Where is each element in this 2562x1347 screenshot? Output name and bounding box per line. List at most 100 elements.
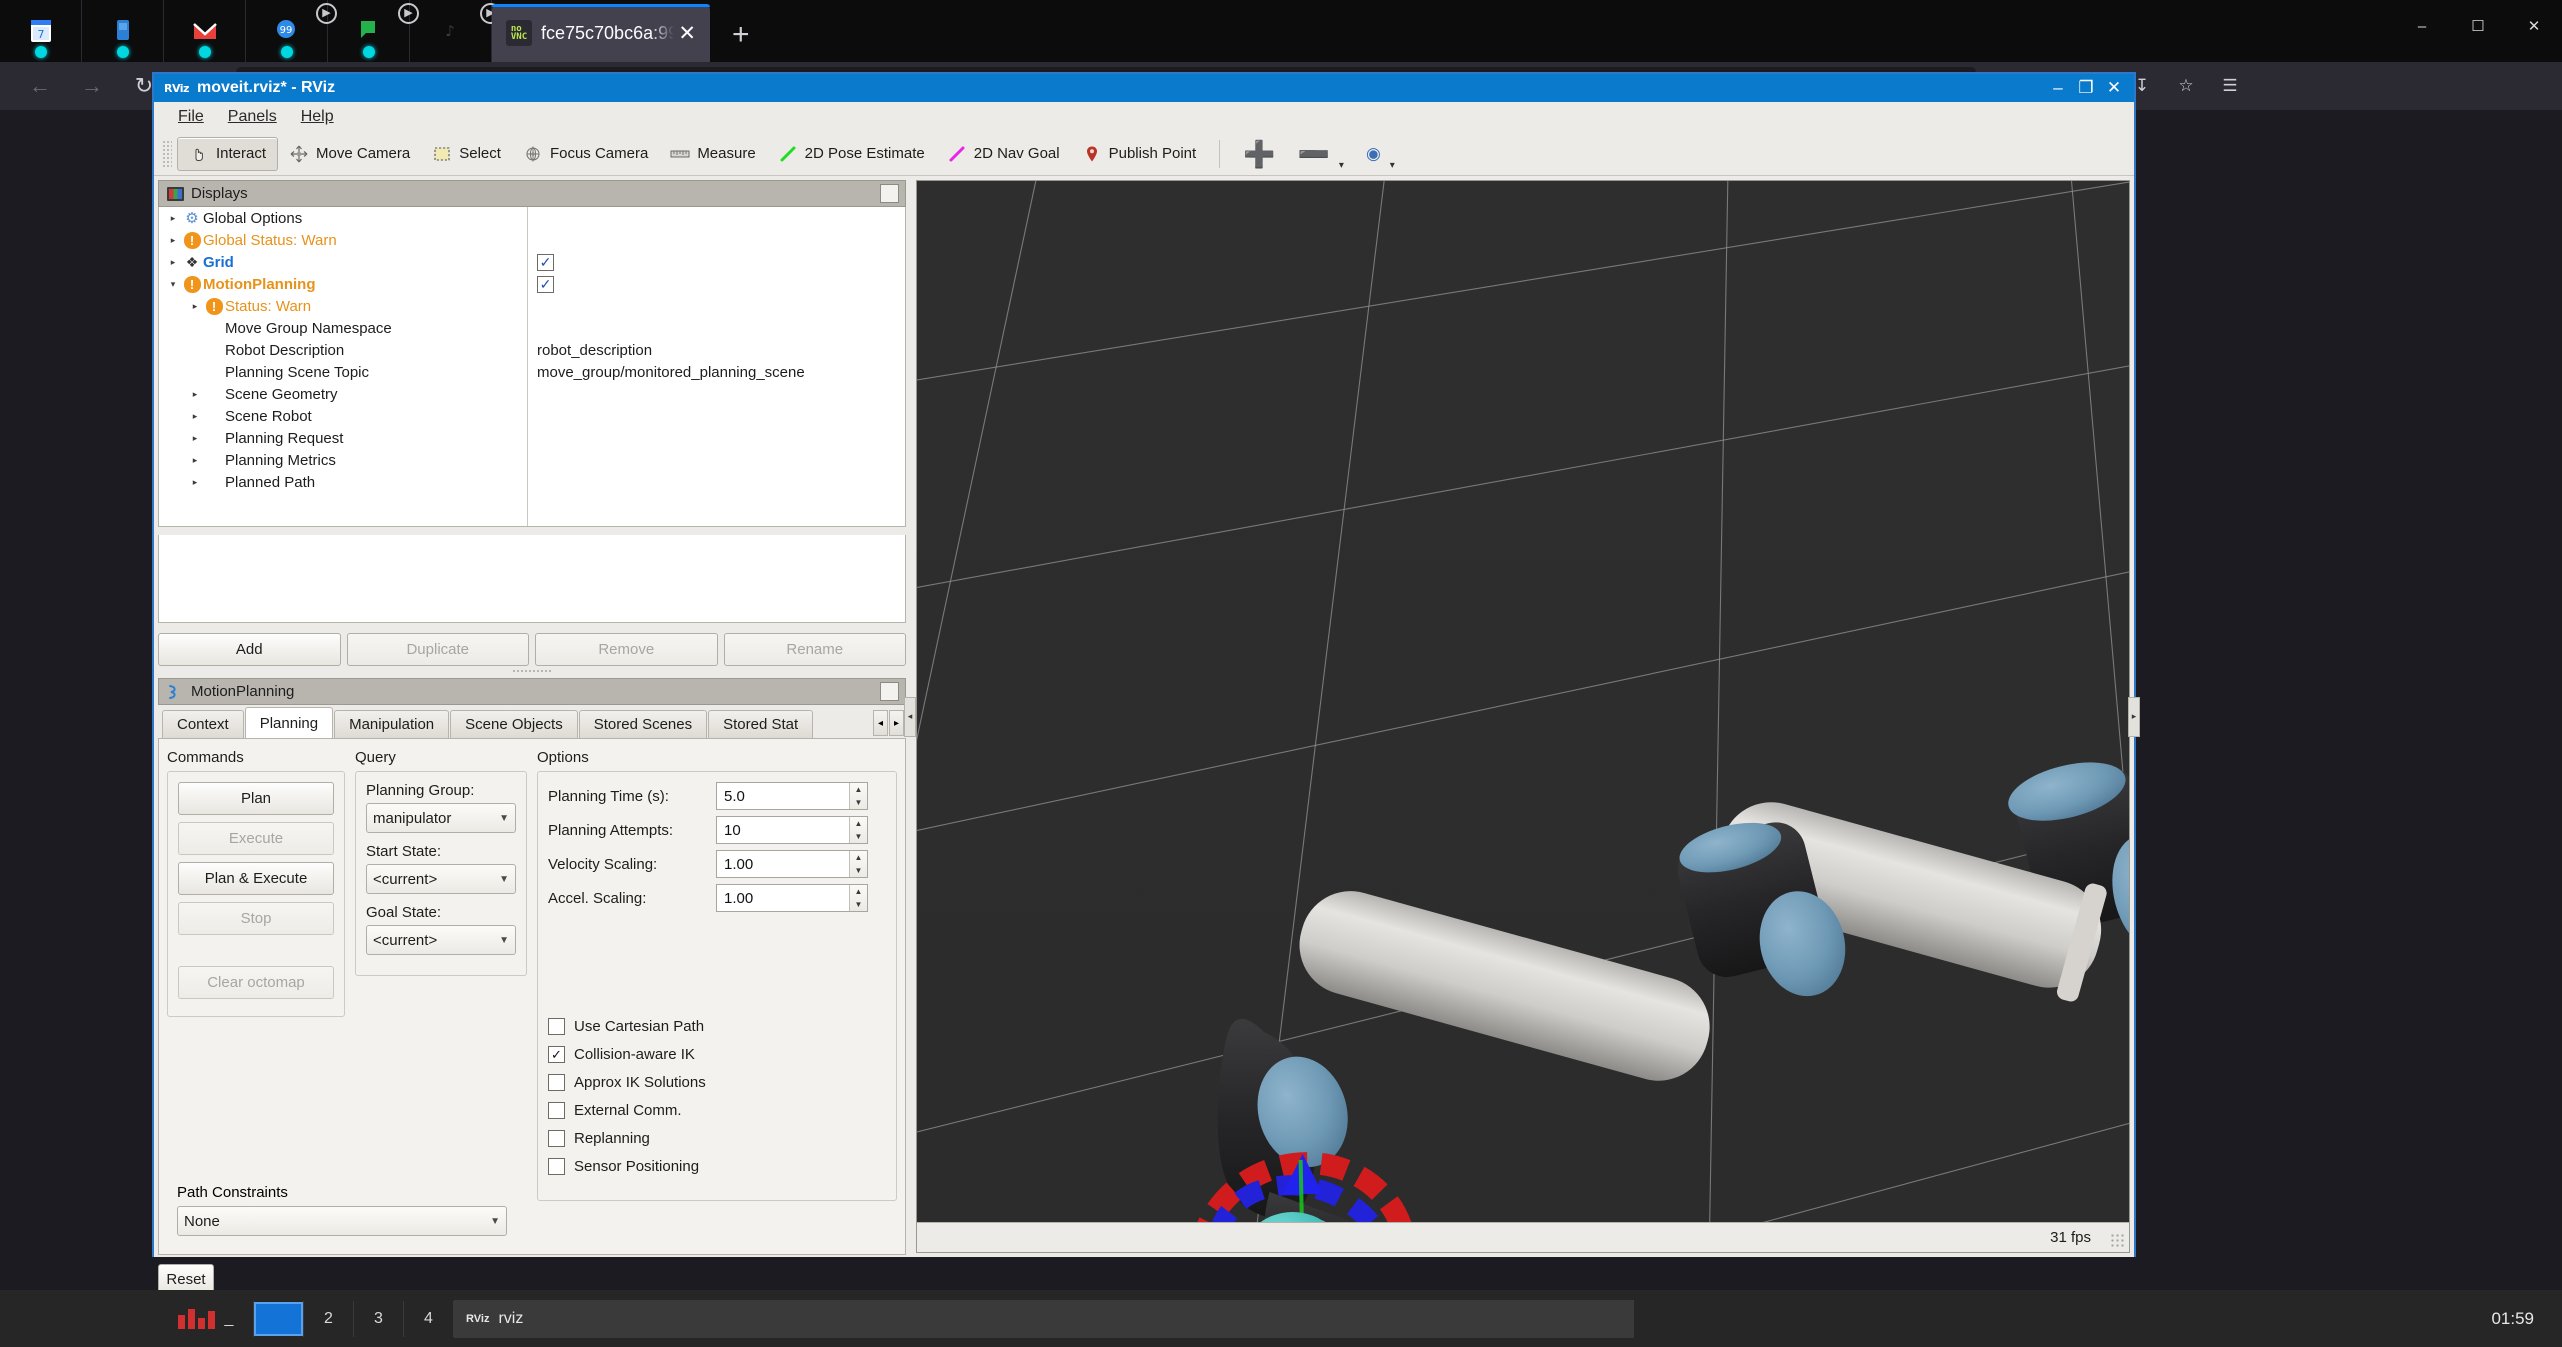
bookmark-icon[interactable]: ☆: [2166, 66, 2206, 106]
tree-row[interactable]: ▸! Global Status: Warn: [159, 229, 905, 251]
spinner-down-icon[interactable]: ▼: [850, 898, 867, 911]
tree-row[interactable]: ▸ Scene Robot: [159, 405, 905, 427]
tool-2d-pose-estimate[interactable]: 2D Pose Estimate: [767, 137, 936, 171]
tab-context[interactable]: Context: [162, 710, 244, 738]
clear-octomap-button[interactable]: Clear octomap: [178, 966, 334, 999]
option-spinbox[interactable]: 10 ▲ ▼: [716, 816, 868, 844]
option-spinbox[interactable]: 1.00 ▲ ▼: [716, 850, 868, 878]
tab-planning[interactable]: Planning: [244, 707, 334, 738]
tab-manipulation[interactable]: Manipulation: [334, 710, 450, 738]
option-spinbox[interactable]: 1.00 ▲ ▼: [716, 884, 868, 912]
checkbox[interactable]: [548, 1157, 565, 1175]
forward-icon[interactable]: →: [66, 65, 118, 107]
pager-desktop-1[interactable]: _: [158, 1300, 254, 1337]
minimize-icon[interactable]: –: [2394, 0, 2450, 52]
tool-move-camera[interactable]: Move Camera: [278, 137, 421, 171]
display-enabled-checkbox[interactable]: ✓: [537, 253, 554, 271]
rviz-close-icon[interactable]: ✕: [2100, 78, 2128, 98]
expand-arrow-icon[interactable]: ▸: [187, 389, 203, 400]
tool-select[interactable]: Select: [421, 137, 512, 171]
spinner-down-icon[interactable]: ▼: [850, 830, 867, 843]
tab-scroll-left[interactable]: ◂: [873, 710, 888, 736]
option-checkbox-row[interactable]: Sensor Positioning: [548, 1152, 886, 1180]
spinner-up-icon[interactable]: ▲: [850, 851, 867, 864]
spinner-buttons[interactable]: ▲ ▼: [849, 885, 867, 911]
new-tab-button[interactable]: +: [732, 18, 750, 52]
execute-button[interactable]: Execute: [178, 822, 334, 855]
tree-row[interactable]: ▾! MotionPlanning ✓: [159, 273, 905, 295]
left-splitter-handle[interactable]: ◂: [904, 696, 916, 737]
expand-arrow-icon[interactable]: ▸: [187, 477, 203, 488]
spinner-down-icon[interactable]: ▼: [850, 796, 867, 809]
tree-row[interactable]: Robot Description robot_description: [159, 339, 905, 361]
tab-stored-scenes[interactable]: Stored Scenes: [578, 710, 708, 738]
back-icon[interactable]: ←: [14, 65, 66, 107]
expand-arrow-icon[interactable]: ▸: [165, 257, 181, 268]
tab-scene-objects[interactable]: Scene Objects: [450, 710, 578, 738]
pinned-tab-calendar[interactable]: 7: [0, 0, 82, 62]
tab-stored-stat[interactable]: Stored Stat: [708, 710, 814, 738]
goal-state-select[interactable]: <current> ▼: [366, 925, 516, 955]
add-tool-button[interactable]: ➕: [1232, 137, 1286, 171]
view-tool-button[interactable]: ◉ ▾: [1355, 137, 1406, 171]
tree-item-value[interactable]: move_group/monitored_planning_scene: [537, 364, 805, 381]
pager-desktop-5[interactable]: 4: [404, 1300, 454, 1337]
spinner-buttons[interactable]: ▲ ▼: [849, 783, 867, 809]
option-checkbox-row[interactable]: Replanning: [548, 1124, 886, 1152]
plan-and-execute-button[interactable]: Plan & Execute: [178, 862, 334, 895]
pager-desktop-4[interactable]: 3: [354, 1300, 404, 1337]
spinner-buttons[interactable]: ▲ ▼: [849, 851, 867, 877]
tree-row[interactable]: ▸ Planning Request: [159, 427, 905, 449]
pager-desktop-2[interactable]: [254, 1300, 304, 1337]
tree-row[interactable]: ▸ Planned Path: [159, 471, 905, 493]
float-panel-button[interactable]: [880, 682, 899, 701]
checkbox[interactable]: [548, 1073, 565, 1091]
path-constraints-select[interactable]: None ▼: [177, 1206, 507, 1236]
tree-row[interactable]: Planning Scene Topic move_group/monitored…: [159, 361, 905, 383]
start-state-select[interactable]: <current> ▼: [366, 864, 516, 894]
close-window-icon[interactable]: ✕: [2506, 0, 2562, 52]
pinned-tab-music[interactable]: ♪ ▶: [410, 0, 501, 62]
spinner-up-icon[interactable]: ▲: [850, 783, 867, 796]
expand-arrow-icon[interactable]: ▸: [187, 411, 203, 422]
rename-display-button[interactable]: Rename: [723, 633, 906, 666]
tree-row[interactable]: ▸ ⚙ Global Options: [159, 207, 905, 229]
tree-row[interactable]: ▸! Status: Warn: [159, 295, 905, 317]
tab-scroll-right[interactable]: ▸: [889, 710, 904, 736]
tree-row[interactable]: ▸ Scene Geometry: [159, 383, 905, 405]
expand-arrow-icon[interactable]: ▸: [187, 301, 203, 312]
pager-desktop-3[interactable]: 2: [304, 1300, 354, 1337]
menu-panels[interactable]: Panels: [216, 105, 289, 129]
right-splitter-handle[interactable]: ▸: [2128, 696, 2140, 737]
spinner-up-icon[interactable]: ▲: [850, 885, 867, 898]
spinner-up-icon[interactable]: ▲: [850, 817, 867, 830]
menu-help[interactable]: Help: [289, 105, 346, 129]
option-spinbox[interactable]: 5.0 ▲ ▼: [716, 782, 868, 810]
tree-row[interactable]: ▸ ❖ Grid ✓: [159, 251, 905, 273]
option-checkbox-row[interactable]: Use Cartesian Path: [548, 1012, 886, 1040]
expand-arrow-icon[interactable]: ▾: [165, 279, 181, 290]
menu-file[interactable]: File: [166, 105, 216, 129]
chevron-down-icon[interactable]: ▾: [1339, 160, 1344, 171]
tool-2d-nav-goal[interactable]: 2D Nav Goal: [936, 137, 1071, 171]
pinned-tab-meet[interactable]: 99 ▶: [246, 0, 337, 62]
tool-measure[interactable]: Measure: [659, 137, 766, 171]
pinned-tab-messages[interactable]: ▶: [328, 0, 419, 62]
add-display-button[interactable]: Add: [158, 633, 341, 666]
checkbox[interactable]: [548, 1101, 565, 1119]
remove-tool-button[interactable]: ➖ ▾: [1287, 137, 1355, 171]
checkbox[interactable]: [548, 1129, 565, 1147]
toolbar-grip[interactable]: [162, 139, 172, 168]
stop-button[interactable]: Stop: [178, 902, 334, 935]
expand-arrow-icon[interactable]: ▸: [187, 433, 203, 444]
chevron-down-icon[interactable]: ▾: [1390, 160, 1395, 171]
displays-tree[interactable]: ▸ ⚙ Global Options ▸! Global Status: Warn ▸ ❖ G…: [158, 207, 906, 527]
close-icon[interactable]: ✕: [674, 21, 700, 46]
plan-button[interactable]: Plan: [178, 782, 334, 815]
dock-splitter[interactable]: [158, 666, 906, 676]
pinned-tab-mail[interactable]: [164, 0, 246, 62]
option-checkbox-row[interactable]: Approx IK Solutions: [548, 1068, 886, 1096]
browser-tab-novnc[interactable]: noVNC fce75c70bc6a:99 - noVNC ✕: [492, 4, 710, 62]
option-checkbox-row[interactable]: External Comm.: [548, 1096, 886, 1124]
rviz-titlebar[interactable]: RViz moveit.rviz* - RViz – ❐ ✕: [154, 74, 2134, 102]
